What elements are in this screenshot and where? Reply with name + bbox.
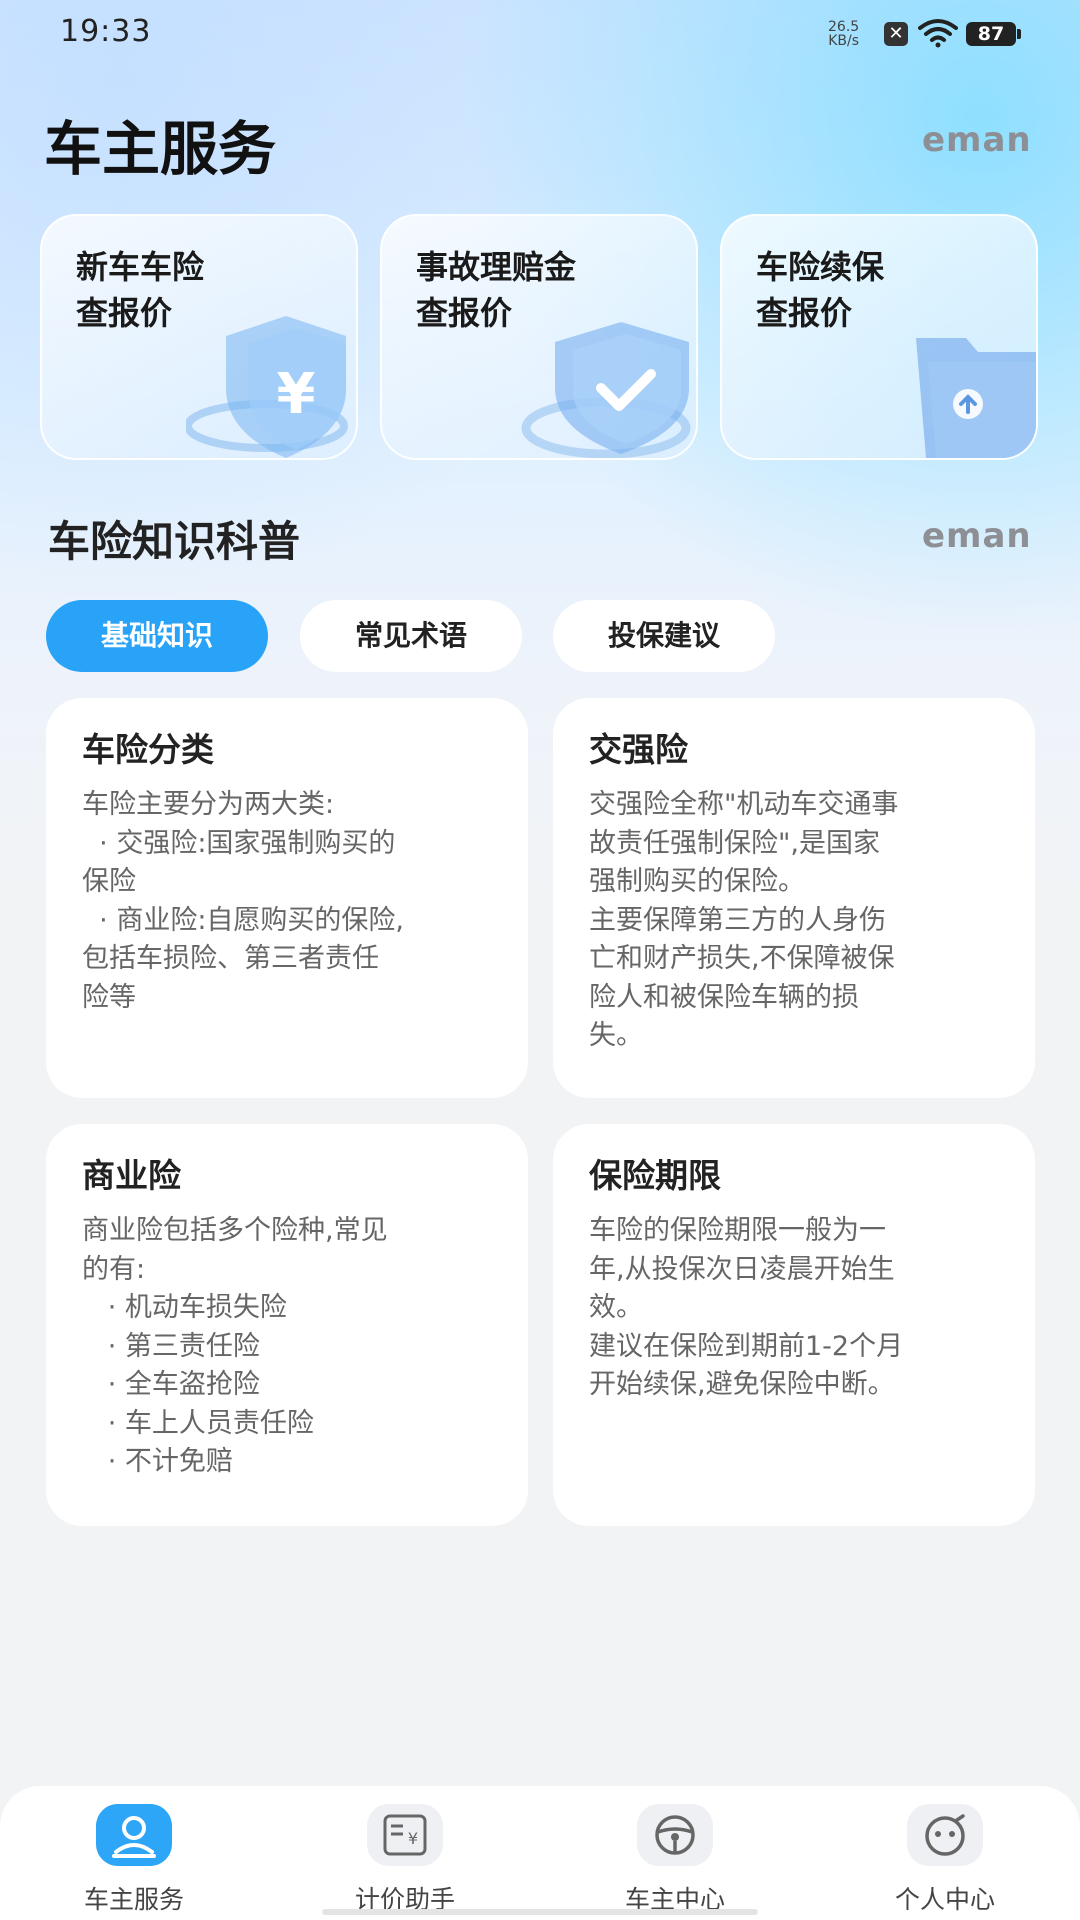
nav-personal-center[interactable]: 个人中心 bbox=[845, 1786, 1045, 1920]
network-speed: 26.5 KB/s bbox=[828, 19, 860, 49]
notification-x-icon: ✕ bbox=[884, 22, 908, 46]
quick-action-claim-quote[interactable]: 事故理赔金 查报价 bbox=[380, 214, 698, 460]
status-bar: 19:33 26.5 KB/s ✕ 87 bbox=[0, 0, 1080, 70]
card-body: 商业险包括多个险种,常见 的有: · 机动车损失险 · 第三责任险 · 全车盗抢… bbox=[82, 1215, 388, 1477]
home-indicator[interactable] bbox=[322, 1909, 758, 1915]
nav-owner-service[interactable]: 车主服务 bbox=[34, 1786, 234, 1920]
shield-yen-icon: ¥ bbox=[186, 316, 348, 458]
card-body: 车险的保险期限一般为一 年,从投保次日凌晨开始生 效。 建议在保险到期前1-2个… bbox=[589, 1215, 904, 1400]
quick-action-renewal-quote[interactable]: 车险续保 查报价 bbox=[720, 214, 1038, 460]
battery-indicator: 87 bbox=[966, 22, 1021, 46]
tab-insurance-advice[interactable]: 投保建议 bbox=[553, 600, 775, 672]
svg-text:¥: ¥ bbox=[408, 1829, 418, 1848]
quick-action-label: 车险续保 查报价 bbox=[756, 248, 885, 332]
nav-label: 个人中心 bbox=[894, 1885, 995, 1914]
page-title: 车主服务 bbox=[44, 115, 277, 183]
brand-logo-section: eman bbox=[922, 516, 1032, 556]
status-time: 19:33 bbox=[60, 14, 152, 49]
nav-owner-center[interactable]: 车主中心 bbox=[575, 1786, 775, 1920]
knowledge-card-classification[interactable]: 车险分类 车险主要分为两大类: · 交强险:国家强制购买的 保险 · 商业险:自… bbox=[46, 698, 528, 1098]
knowledge-card-term[interactable]: 保险期限 车险的保险期限一般为一 年,从投保次日凌晨开始生 效。 建议在保险到期… bbox=[553, 1124, 1035, 1526]
tab-common-terms[interactable]: 常见术语 bbox=[300, 600, 522, 672]
card-title: 交强险 bbox=[589, 730, 688, 769]
bottom-navigation: 车主服务 ¥ 计价助手 车主中心 个人中心 bbox=[0, 1786, 1080, 1920]
user-icon bbox=[96, 1804, 172, 1866]
knowledge-card-compulsory[interactable]: 交强险 交强险全称"机动车交通事 故责任强制保险",是国家 强制购买的保险。 主… bbox=[553, 698, 1035, 1098]
nav-price-assistant[interactable]: ¥ 计价助手 bbox=[305, 1786, 505, 1920]
shield-check-icon bbox=[521, 322, 691, 458]
svg-text:¥: ¥ bbox=[277, 362, 316, 427]
folder-upload-icon bbox=[916, 338, 1036, 458]
card-title: 车险分类 bbox=[82, 730, 214, 769]
steering-wheel-icon bbox=[637, 1804, 713, 1866]
tab-basic-knowledge[interactable]: 基础知识 bbox=[46, 600, 268, 672]
card-body: 车险主要分为两大类: · 交强险:国家强制购买的 保险 · 商业险:自愿购买的保… bbox=[82, 789, 405, 1013]
section-title: 车险知识科普 bbox=[48, 517, 301, 566]
receipt-icon: ¥ bbox=[367, 1804, 443, 1866]
nav-label: 车主服务 bbox=[83, 1885, 184, 1914]
card-title: 保险期限 bbox=[589, 1156, 721, 1195]
wifi-icon bbox=[918, 19, 958, 48]
knowledge-card-commercial[interactable]: 商业险 商业险包括多个险种,常见 的有: · 机动车损失险 · 第三责任险 · … bbox=[46, 1124, 528, 1526]
quick-action-new-car-quote[interactable]: 新车车险 查报价 ¥ bbox=[40, 214, 358, 460]
smiley-icon bbox=[907, 1804, 983, 1866]
card-body: 交强险全称"机动车交通事 故责任强制保险",是国家 强制购买的保险。 主要保障第… bbox=[589, 789, 899, 1051]
brand-logo-header: eman bbox=[922, 120, 1032, 160]
card-title: 商业险 bbox=[82, 1156, 181, 1195]
quick-action-label: 新车车险 查报价 bbox=[76, 248, 205, 332]
